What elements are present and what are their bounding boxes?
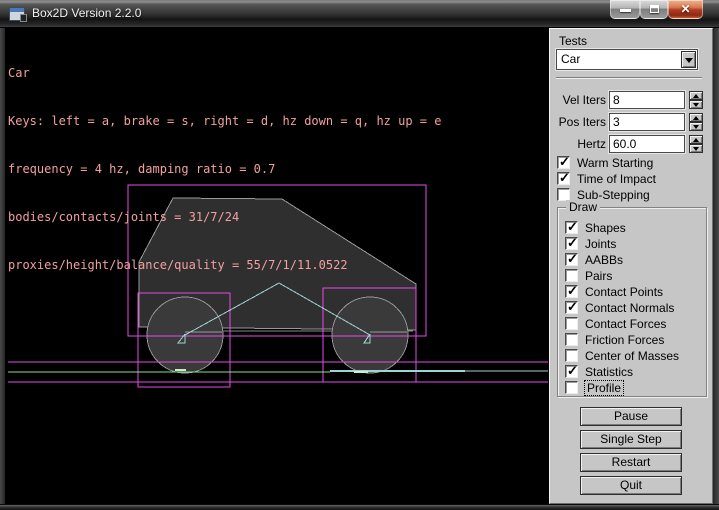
- hertz-input[interactable]: [609, 135, 685, 153]
- draw-group-title: Draw: [566, 200, 600, 214]
- pos-iters-stepper[interactable]: [689, 113, 703, 131]
- checkbox-box[interactable]: [565, 317, 578, 330]
- window-frame-bottom: [0, 504, 719, 510]
- debug-text-block: Car Keys: left = a, brake = s, right = d…: [8, 33, 441, 305]
- checkbox-box[interactable]: ✓: [565, 253, 578, 266]
- single-step-button[interactable]: Single Step: [580, 430, 682, 449]
- checkmark-icon: ✓: [567, 364, 578, 378]
- control-panel: Tests Car Vel Iters Pos Iters: [549, 28, 713, 504]
- quit-button[interactable]: Quit: [580, 476, 682, 495]
- spinner-up-icon: [693, 138, 699, 142]
- checkbox-box[interactable]: [565, 333, 578, 346]
- maximize-button[interactable]: [640, 0, 668, 19]
- vel-iters-stepper[interactable]: [689, 91, 703, 109]
- bodies-stats-text: bodies/contacts/joints = 31/7/24: [8, 209, 441, 225]
- close-button[interactable]: ✕: [668, 0, 703, 19]
- checkmark-icon: ✓: [567, 252, 578, 266]
- hertz-row: Hertz: [550, 135, 714, 153]
- spinner-down-icon: [693, 103, 699, 107]
- checkbox-box[interactable]: ✓: [565, 221, 578, 234]
- dropdown-arrow-button[interactable]: [681, 51, 696, 68]
- checkbox-box[interactable]: ✓: [565, 285, 578, 298]
- test-title-text: Car: [8, 65, 441, 81]
- spinner-up-button[interactable]: [689, 135, 703, 144]
- minimize-button[interactable]: [610, 0, 640, 19]
- checkmark-icon: ✓: [559, 171, 570, 185]
- checkbox-label: Shapes: [585, 221, 626, 235]
- checkbox-label: Warm Starting: [577, 156, 653, 170]
- hertz-label: Hertz: [550, 137, 606, 151]
- pause-button[interactable]: Pause: [580, 407, 682, 426]
- checkbox-box[interactable]: ✓: [565, 301, 578, 314]
- pos-iters-label: Pos Iters: [550, 115, 606, 129]
- maximize-icon: [650, 5, 659, 13]
- simulation-canvas[interactable]: Car Keys: left = a, brake = s, right = d…: [5, 28, 549, 504]
- test-select-dropdown[interactable]: Car: [556, 49, 698, 70]
- checkbox-box[interactable]: ✓: [565, 365, 578, 378]
- restart-button[interactable]: Restart: [580, 453, 682, 472]
- checkmark-icon: ✓: [567, 220, 578, 234]
- checkbox-label: Center of Masses: [585, 349, 679, 363]
- spinner-up-icon: [693, 116, 699, 120]
- vel-iters-row: Vel Iters: [550, 91, 714, 109]
- checkbox-label: Joints: [585, 237, 616, 251]
- spinner-down-button[interactable]: [689, 100, 703, 109]
- checkmark-icon: ✓: [567, 284, 578, 298]
- frequency-text: frequency = 4 hz, damping ratio = 0.7: [8, 161, 441, 177]
- checkbox-label: Contact Forces: [585, 317, 666, 331]
- checkbox-label: Profile: [585, 381, 623, 395]
- checkbox-box[interactable]: [565, 269, 578, 282]
- checkbox-label: Friction Forces: [585, 333, 664, 347]
- hertz-stepper[interactable]: [689, 135, 703, 153]
- checkbox-box[interactable]: ✓: [557, 172, 570, 185]
- minimize-icon: [620, 9, 631, 12]
- checkbox-label: Time of Impact: [577, 172, 656, 186]
- spinner-down-icon: [693, 147, 699, 151]
- checkmark-icon: ✓: [559, 155, 570, 169]
- app-icon: [9, 7, 25, 21]
- checkbox-label: Statistics: [585, 365, 633, 379]
- title-bar[interactable]: Box2D Version 2.2.0 ✕: [0, 0, 719, 28]
- vel-iters-input[interactable]: [609, 91, 685, 109]
- tests-label: Tests: [559, 34, 587, 48]
- spinner-down-icon: [693, 125, 699, 129]
- close-icon: ✕: [669, 2, 702, 16]
- checkbox-label: AABBs: [585, 253, 623, 267]
- checkbox-label: Pairs: [585, 269, 612, 283]
- separator: [556, 77, 702, 79]
- pos-iters-input[interactable]: [609, 113, 685, 131]
- app-window: Box2D Version 2.2.0 ✕: [0, 0, 719, 510]
- proxies-stats-text: proxies/height/balance/quality = 55/7/1/…: [8, 257, 441, 273]
- checkmark-icon: ✓: [567, 300, 578, 314]
- checkbox-box[interactable]: [565, 381, 578, 394]
- spinner-down-button[interactable]: [689, 122, 703, 131]
- chevron-down-icon: [685, 58, 693, 63]
- checkbox-label: Contact Normals: [585, 301, 674, 315]
- pos-iters-row: Pos Iters: [550, 113, 714, 131]
- spinner-up-button[interactable]: [689, 113, 703, 122]
- checkmark-icon: ✓: [567, 236, 578, 250]
- checkbox-box[interactable]: ✓: [557, 156, 570, 169]
- keys-help-text: Keys: left = a, brake = s, right = d, hz…: [8, 113, 441, 129]
- spinner-up-icon: [693, 94, 699, 98]
- test-select-value: Car: [561, 52, 580, 66]
- checkbox-label: Contact Points: [585, 285, 663, 299]
- spinner-up-button[interactable]: [689, 91, 703, 100]
- checkbox-box[interactable]: ✓: [565, 237, 578, 250]
- window-title: Box2D Version 2.2.0: [32, 6, 141, 20]
- vel-iters-label: Vel Iters: [550, 93, 606, 107]
- spinner-down-button[interactable]: [689, 144, 703, 153]
- checkbox-box[interactable]: [565, 349, 578, 362]
